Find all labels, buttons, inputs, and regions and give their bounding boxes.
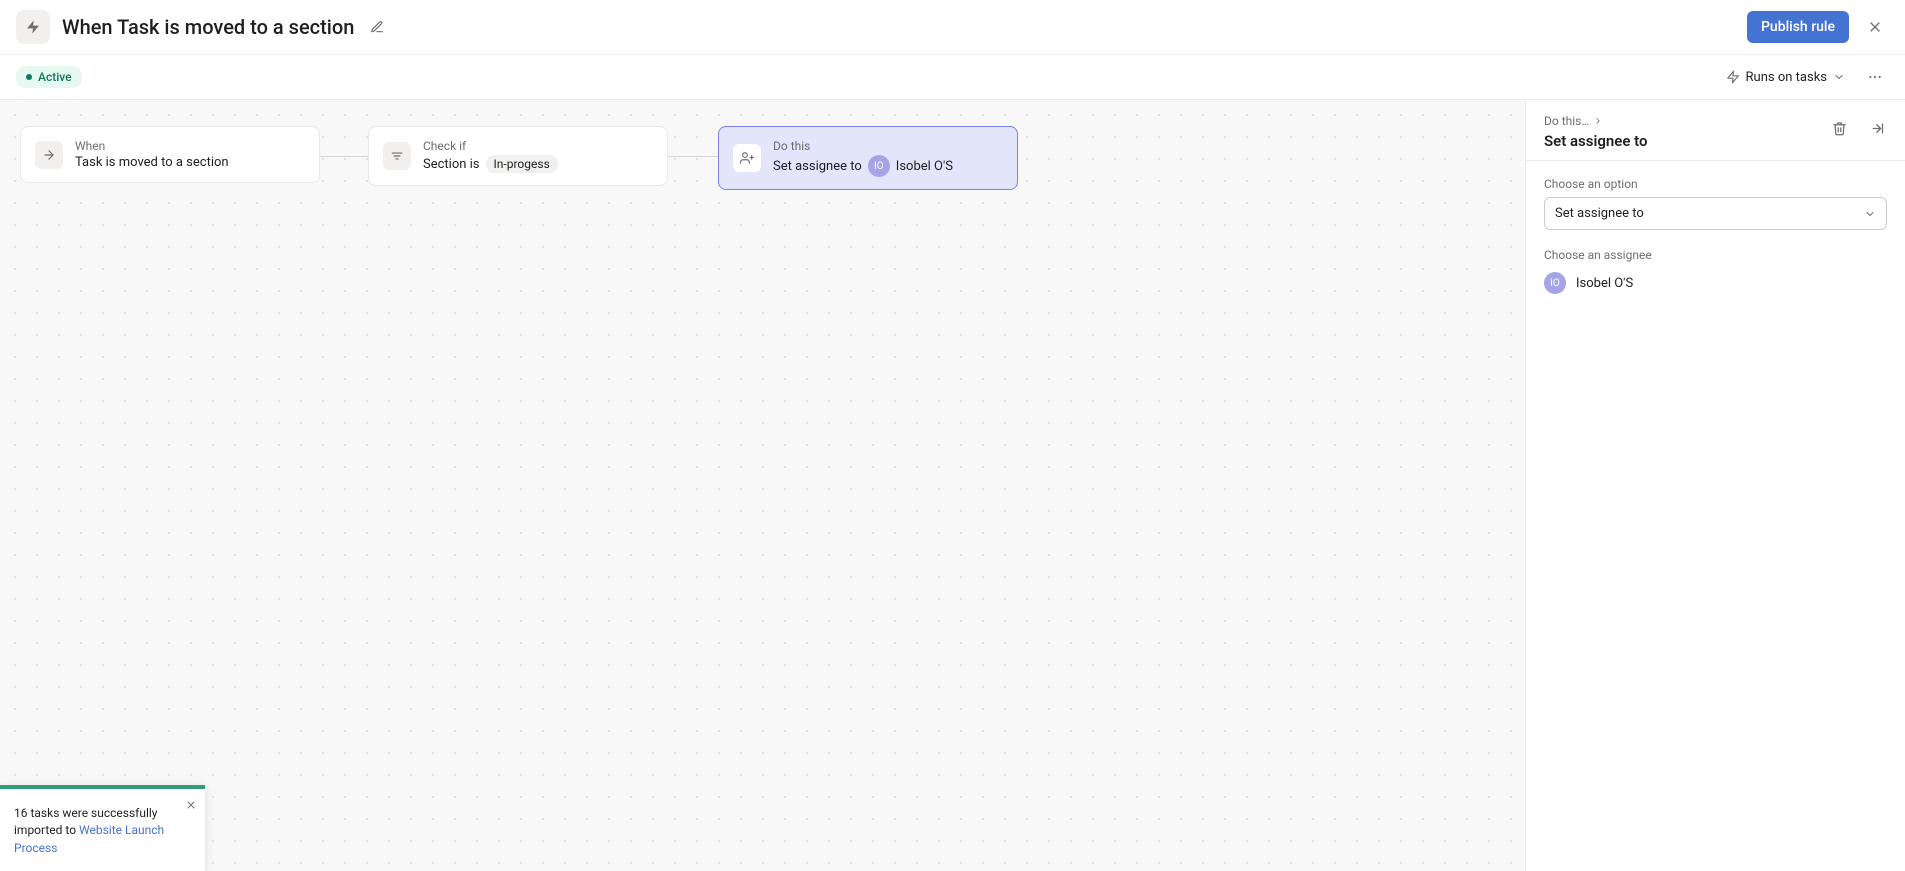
connector-line: [318, 156, 370, 157]
sub-header: Active Runs on tasks: [0, 55, 1905, 100]
header-left: When Task is moved to a section: [16, 10, 388, 44]
condition-label: Check if: [423, 139, 558, 153]
toast-close-button[interactable]: [185, 799, 197, 811]
panel-header: Do this… Set assignee to: [1526, 100, 1905, 161]
header-bar: When Task is moved to a section Publish …: [0, 0, 1905, 55]
assignee-value[interactable]: IO Isobel O'S: [1544, 272, 1887, 294]
dots-icon: [1867, 69, 1883, 85]
collapse-right-icon: [1870, 121, 1885, 136]
user-plus-icon: [740, 151, 754, 165]
condition-card-text: Check if Section is In-progess: [423, 139, 558, 173]
option-select[interactable]: Set assignee to: [1544, 197, 1887, 230]
trigger-card-icon: [35, 141, 63, 169]
action-card-text: Do this Set assignee to IO Isobel O'S: [773, 139, 953, 177]
trigger-title: Task is moved to a section: [75, 155, 229, 170]
option-select-value: Set assignee to: [1555, 206, 1644, 221]
breadcrumb-text: Do this…: [1544, 114, 1589, 128]
import-toast: 16 tasks were successfully imported to W…: [0, 785, 205, 871]
chevron-right-icon: [1593, 116, 1603, 126]
filter-icon: [390, 149, 404, 163]
more-options-button[interactable]: [1861, 63, 1889, 91]
status-badge: Active: [16, 66, 82, 88]
option-field-label: Choose an option: [1544, 177, 1887, 191]
close-icon: [1867, 19, 1883, 35]
edit-title-button[interactable]: [366, 16, 388, 38]
panel-body: Choose an option Set assignee to Choose …: [1526, 161, 1905, 310]
arrow-right-icon: [42, 148, 56, 162]
rule-icon: [16, 10, 50, 44]
condition-title-prefix: Section is: [423, 157, 480, 172]
action-assignee-name: Isobel O'S: [896, 159, 953, 174]
bolt-outline-icon: [1726, 70, 1740, 84]
trash-icon: [1832, 121, 1847, 136]
trigger-card-text: When Task is moved to a section: [75, 139, 229, 170]
side-panel: Do this… Set assignee to Choose an optio…: [1525, 100, 1905, 871]
avatar: IO: [868, 155, 890, 177]
condition-card[interactable]: Check if Section is In-progess: [368, 126, 668, 186]
runs-on-label: Runs on tasks: [1746, 70, 1827, 85]
action-title: Set assignee to IO Isobel O'S: [773, 155, 953, 177]
avatar: IO: [1544, 272, 1566, 294]
delete-action-button[interactable]: [1825, 114, 1853, 142]
condition-card-icon: [383, 142, 411, 170]
panel-header-actions: [1825, 114, 1891, 142]
status-text: Active: [38, 70, 72, 84]
assignee-field: Choose an assignee IO Isobel O'S: [1544, 248, 1887, 294]
action-label: Do this: [773, 139, 953, 153]
status-dot-icon: [26, 74, 32, 80]
pencil-icon: [370, 20, 384, 34]
close-icon: [185, 799, 197, 811]
trigger-label: When: [75, 139, 229, 153]
action-card[interactable]: Do this Set assignee to IO Isobel O'S: [718, 126, 1018, 190]
action-title-prefix: Set assignee to: [773, 159, 862, 174]
assignee-name: Isobel O'S: [1576, 276, 1633, 291]
collapse-panel-button[interactable]: [1863, 114, 1891, 142]
connector-line: [667, 156, 719, 157]
chevron-down-icon: [1864, 208, 1876, 220]
chevron-down-icon: [1833, 71, 1845, 83]
condition-tag: In-progess: [486, 155, 558, 173]
trigger-card[interactable]: When Task is moved to a section: [20, 126, 320, 183]
page-title: When Task is moved to a section: [62, 15, 354, 39]
close-button[interactable]: [1861, 13, 1889, 41]
assignee-field-label: Choose an assignee: [1544, 248, 1887, 262]
runs-on-dropdown[interactable]: Runs on tasks: [1720, 66, 1851, 89]
publish-rule-button[interactable]: Publish rule: [1747, 11, 1849, 43]
body: When Task is moved to a section Check if…: [0, 100, 1905, 871]
option-field: Choose an option Set assignee to: [1544, 177, 1887, 230]
sub-header-right: Runs on tasks: [1720, 63, 1889, 91]
canvas-area[interactable]: When Task is moved to a section Check if…: [0, 100, 1525, 871]
condition-title: Section is In-progess: [423, 155, 558, 173]
action-card-icon: [733, 144, 761, 172]
header-right: Publish rule: [1747, 11, 1889, 43]
bolt-icon: [25, 19, 41, 35]
